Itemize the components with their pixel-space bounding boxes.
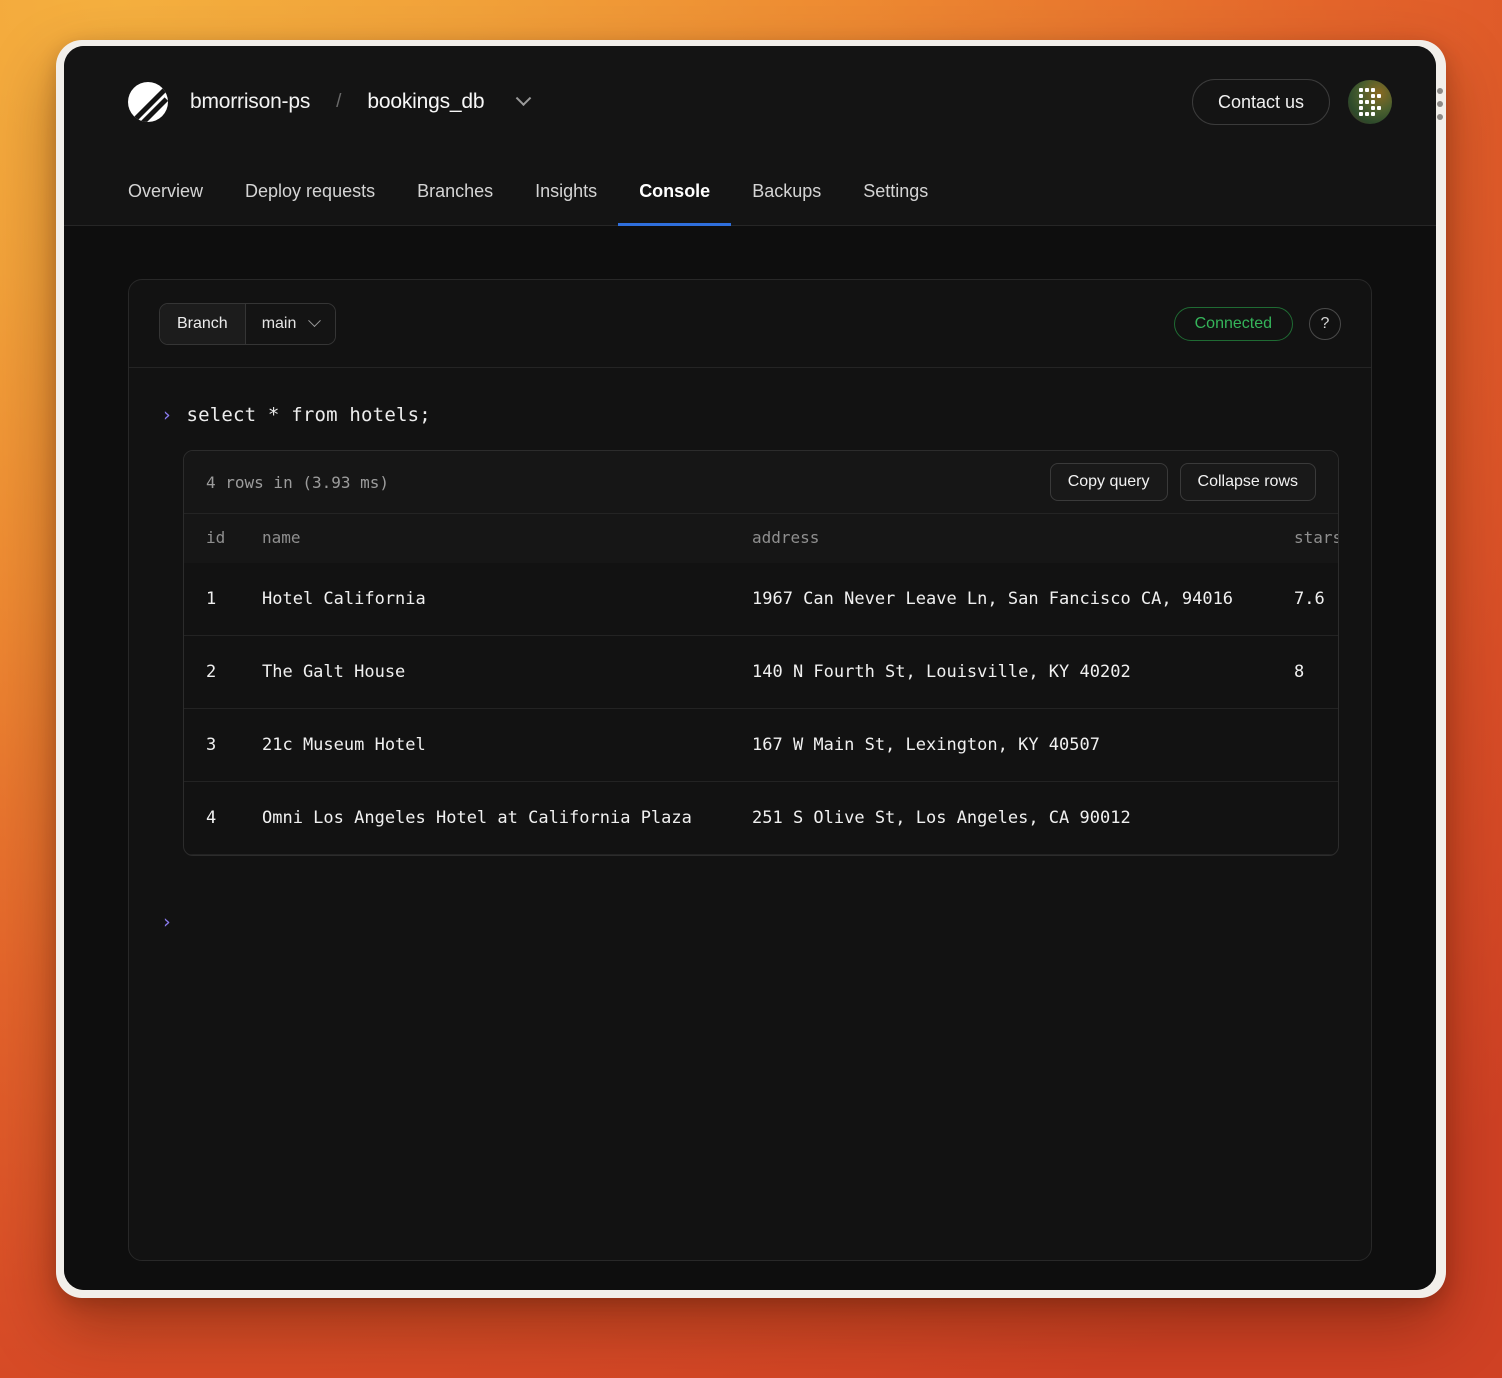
cell-name: Hotel California xyxy=(262,563,752,636)
tab-branches[interactable]: Branches xyxy=(396,158,514,225)
planetscale-logo-icon[interactable] xyxy=(128,82,168,122)
cell-id: 1 xyxy=(184,563,262,636)
breadcrumb-separator: / xyxy=(332,91,345,113)
table-row: 1 Hotel California 1967 Can Never Leave … xyxy=(184,563,1338,636)
cell-address: 140 N Fourth St, Louisville, KY 40202 xyxy=(752,636,1294,709)
cell-address: 251 S Olive St, Los Angeles, CA 90012 xyxy=(752,782,1294,855)
device-frame: bmorrison-ps / bookings_db Contact us xyxy=(56,40,1446,1298)
result-meta-bar: 4 rows in (3.93 ms) Copy query Collapse … xyxy=(184,451,1338,513)
cell-name: Omni Los Angeles Hotel at California Pla… xyxy=(262,782,752,855)
tab-insights[interactable]: Insights xyxy=(514,158,618,225)
console-status-group: Connected ? xyxy=(1174,307,1341,341)
cell-stars: 7.6 xyxy=(1294,563,1338,636)
breadcrumb-org[interactable]: bmorrison-ps xyxy=(190,90,310,114)
results-table-head: id name address stars xyxy=(184,514,1338,564)
cell-address: 167 W Main St, Lexington, KY 40507 xyxy=(752,709,1294,782)
console-output: › select * from hotels; 4 rows in (3.93 … xyxy=(129,368,1371,1260)
tab-backups[interactable]: Backups xyxy=(731,158,842,225)
column-header-name[interactable]: name xyxy=(262,514,752,564)
contact-us-button[interactable]: Contact us xyxy=(1192,79,1330,125)
chevron-down-icon[interactable] xyxy=(516,90,532,106)
executed-query-line: › select * from hotels; xyxy=(161,404,1339,426)
avatar[interactable] xyxy=(1348,80,1392,124)
branch-selector[interactable]: Branch main xyxy=(159,303,336,345)
results-table-body: 1 Hotel California 1967 Can Never Leave … xyxy=(184,563,1338,855)
query-result-card: 4 rows in (3.93 ms) Copy query Collapse … xyxy=(183,450,1339,856)
cell-id: 4 xyxy=(184,782,262,855)
result-actions: Copy query Collapse rows xyxy=(1050,463,1316,501)
device-button-dot xyxy=(1437,101,1443,107)
result-row-count: 4 rows in (3.93 ms) xyxy=(206,473,389,492)
chevron-down-icon xyxy=(309,314,322,327)
status-badge: Connected xyxy=(1174,307,1293,341)
cell-name: The Galt House xyxy=(262,636,752,709)
branch-selector-value[interactable]: main xyxy=(246,304,336,344)
console-toolbar: Branch main Connected ? xyxy=(129,280,1371,368)
device-side-buttons xyxy=(1437,88,1443,120)
cell-id: 2 xyxy=(184,636,262,709)
copy-query-button[interactable]: Copy query xyxy=(1050,463,1168,501)
results-table: id name address stars 1 Hotel California xyxy=(184,513,1338,855)
column-header-stars[interactable]: stars xyxy=(1294,514,1338,564)
app-window: bmorrison-ps / bookings_db Contact us xyxy=(64,46,1436,1290)
question-mark-circle-icon[interactable]: ? xyxy=(1309,308,1341,340)
top-bar: bmorrison-ps / bookings_db Contact us xyxy=(64,46,1436,158)
console-panel: Branch main Connected ? › select xyxy=(128,279,1372,1261)
tab-settings[interactable]: Settings xyxy=(842,158,949,225)
identicon-dots xyxy=(1359,88,1381,116)
branch-selector-label: Branch xyxy=(160,304,246,344)
breadcrumb: bmorrison-ps / bookings_db xyxy=(128,82,529,122)
query-text: select * from hotels; xyxy=(186,404,430,426)
table-row: 3 21c Museum Hotel 167 W Main St, Lexing… xyxy=(184,709,1338,782)
table-header-row: id name address stars xyxy=(184,514,1338,564)
tab-deploy-requests[interactable]: Deploy requests xyxy=(224,158,396,225)
cell-id: 3 xyxy=(184,709,262,782)
console-input-line[interactable]: › xyxy=(161,908,1339,936)
page-body: Branch main Connected ? › select xyxy=(64,226,1436,1290)
cell-stars xyxy=(1294,709,1338,782)
cell-stars xyxy=(1294,782,1338,855)
tab-overview[interactable]: Overview xyxy=(128,158,224,225)
cell-stars: 8 xyxy=(1294,636,1338,709)
table-row: 2 The Galt House 140 N Fourth St, Louisv… xyxy=(184,636,1338,709)
table-row: 4 Omni Los Angeles Hotel at California P… xyxy=(184,782,1338,855)
prompt-chevron-icon: › xyxy=(161,913,172,932)
column-header-address[interactable]: address xyxy=(752,514,1294,564)
primary-nav-tabs: Overview Deploy requests Branches Insigh… xyxy=(64,158,1436,226)
breadcrumb-database[interactable]: bookings_db xyxy=(367,90,484,114)
cell-name: 21c Museum Hotel xyxy=(262,709,752,782)
branch-name: main xyxy=(262,315,297,333)
tab-console[interactable]: Console xyxy=(618,158,731,225)
device-button-dot xyxy=(1437,88,1443,94)
column-header-id[interactable]: id xyxy=(184,514,262,564)
device-button-dot xyxy=(1437,114,1443,120)
top-bar-actions: Contact us xyxy=(1192,79,1392,125)
collapse-rows-button[interactable]: Collapse rows xyxy=(1180,463,1316,501)
cell-address: 1967 Can Never Leave Ln, San Fancisco CA… xyxy=(752,563,1294,636)
prompt-chevron-icon: › xyxy=(161,406,172,425)
